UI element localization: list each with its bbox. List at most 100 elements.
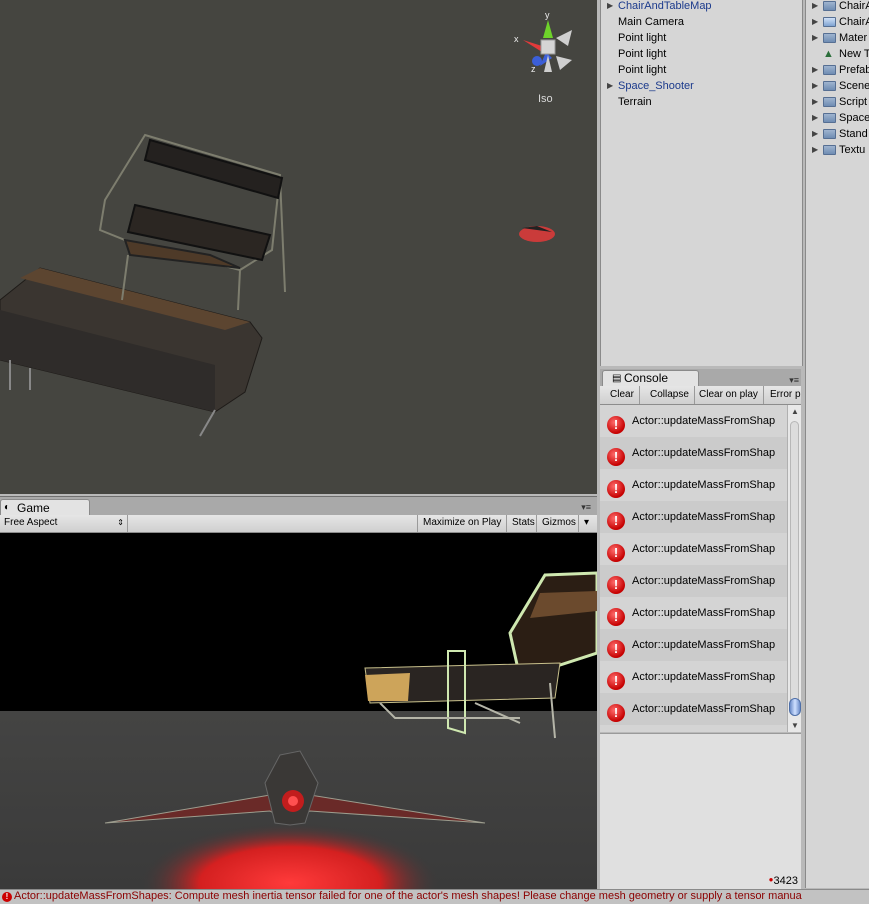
error-count: ●3423 (768, 875, 798, 887)
game-view[interactable] (0, 533, 597, 890)
scroll-up-arrow-icon[interactable]: ▲ (791, 407, 799, 416)
aspect-label: Free Aspect (4, 517, 58, 528)
log-entry[interactable]: ! Actor::updateMassFromShap (600, 597, 787, 629)
project-item[interactable]: ▶ ChairA (806, 14, 869, 30)
folder-icon (823, 1, 836, 11)
folder-icon (823, 81, 836, 91)
hierarchy-panel[interactable]: ▶ ChairAndTableMap Main Camera Point lig… (600, 0, 803, 366)
project-item[interactable]: ▶ Prefab (806, 62, 869, 78)
log-entry[interactable]: ! Actor::updateMassFromShap (600, 629, 787, 661)
expand-arrow-icon[interactable]: ▶ (812, 62, 818, 78)
folder-icon (823, 113, 836, 123)
project-item[interactable]: ▶ Stand (806, 126, 869, 142)
gizmos-dropdown[interactable]: Gizmos (536, 515, 581, 532)
console-tabbar: ▤ Console ▾≡ (600, 369, 801, 386)
folder-icon (823, 145, 836, 155)
project-item[interactable]: ▶ Mater (806, 30, 869, 46)
log-entry[interactable]: ! Actor::updateMassFromShap (600, 693, 787, 725)
log-entry[interactable]: ! Actor::updateMassFromShap (600, 661, 787, 693)
tab-console-label: Console (624, 371, 669, 385)
project-item[interactable]: ▲ New T (806, 46, 869, 62)
hierarchy-item[interactable]: Point light (601, 30, 801, 46)
updown-arrow-icon: ⇕ (117, 518, 124, 527)
prefab-icon (823, 17, 836, 27)
log-entry[interactable]: ! Actor::updateMassFromShap (600, 437, 787, 469)
gizmo-y-label: y (545, 10, 550, 20)
scroll-track[interactable] (790, 421, 799, 716)
expand-arrow-icon[interactable]: ▶ (812, 78, 818, 94)
error-icon: ! (607, 672, 625, 690)
stats-toggle[interactable]: Stats (506, 515, 540, 532)
error-pause-toggle[interactable]: Error p (765, 386, 801, 404)
expand-arrow-icon[interactable]: ▶ (607, 78, 613, 94)
hierarchy-item[interactable]: Point light (601, 46, 801, 62)
scene-canvas[interactable]: y x z (0, 0, 597, 494)
console-detail-area[interactable]: ●3423 (600, 733, 801, 889)
maximize-on-play-toggle[interactable]: Maximize on Play (417, 515, 506, 532)
error-icon: ! (607, 704, 625, 722)
status-message[interactable]: Actor::updateMassFromShapes: Compute mes… (14, 890, 802, 903)
table-model (0, 267, 263, 437)
expand-arrow-icon[interactable]: ▶ (812, 110, 818, 126)
folder-icon (823, 65, 836, 75)
game-icon: ◐ (4, 502, 11, 513)
terrain-icon: ▲ (823, 48, 834, 60)
hierarchy-item[interactable]: ▶ Space_Shooter (601, 78, 801, 94)
error-icon: ! (607, 576, 625, 594)
gizmo-x-label: x (514, 34, 519, 44)
expand-arrow-icon[interactable]: ▶ (812, 14, 818, 30)
log-entry[interactable]: ! Actor::updateMassFromShap (600, 565, 787, 597)
error-icon: ! (607, 480, 625, 498)
project-item[interactable]: ▶ Textu (806, 142, 869, 158)
console-toolbar: Clear Collapse Clear on play Error p (600, 386, 801, 405)
scroll-thumb[interactable] (789, 698, 801, 716)
project-item[interactable]: ▶ Scene (806, 78, 869, 94)
expand-arrow-icon[interactable]: ▶ (607, 0, 613, 14)
project-panel[interactable]: ▶ ChairA ▶ ChairA ▶ Mater ▲ New T ▶ Pref… (805, 0, 869, 888)
panel-menu-icon[interactable]: ▾≡ (789, 375, 799, 386)
collapse-toggle[interactable]: Collapse (645, 386, 695, 404)
log-entry[interactable]: ! Actor::updateMassFromShap (600, 469, 787, 501)
folder-icon (823, 33, 836, 43)
log-entry[interactable]: ! Actor::updateMassFromShap (600, 405, 787, 437)
error-icon: ! (607, 640, 625, 658)
error-icon: ! (607, 512, 625, 530)
scene-view[interactable]: y x z Iso (0, 0, 597, 494)
panel-menu-icon[interactable]: ▾≡ (581, 502, 591, 513)
chair-model (98, 133, 286, 311)
clear-on-play-toggle[interactable]: Clear on play (694, 386, 764, 404)
console-scrollbar[interactable]: ▲ ▼ (787, 405, 801, 732)
aspect-dropdown[interactable]: Free Aspect ⇕ (0, 515, 128, 532)
clear-button[interactable]: Clear (605, 386, 640, 404)
expand-arrow-icon[interactable]: ▶ (812, 94, 818, 110)
expand-arrow-icon[interactable]: ▶ (812, 142, 818, 158)
folder-icon (823, 97, 836, 107)
log-entry[interactable]: ! Actor::updateMassFromShap (600, 533, 787, 565)
error-icon: ! (607, 448, 625, 466)
projection-label[interactable]: Iso (538, 93, 553, 105)
hierarchy-item[interactable]: ▶ ChairAndTableMap (601, 0, 801, 14)
game-toolbar: Free Aspect ⇕ Maximize on Play Stats Giz… (0, 515, 597, 533)
error-icon: ! (607, 608, 625, 626)
hierarchy-item[interactable]: Point light (601, 62, 801, 78)
tab-game[interactable]: ◐ Game (0, 499, 90, 516)
console-icon: ▤ (612, 373, 622, 384)
console-log-list[interactable]: ! Actor::updateMassFromShap ! Actor::upd… (600, 405, 787, 732)
log-entry[interactable]: ! Actor::updateMassFromShap (600, 501, 787, 533)
status-bar[interactable]: ! Actor::updateMassFromShapes: Compute m… (0, 889, 869, 904)
expand-arrow-icon[interactable]: ▶ (812, 0, 818, 14)
project-item[interactable]: ▶ ChairA (806, 0, 869, 14)
gizmos-arrow-icon[interactable]: ▾ (578, 515, 597, 532)
project-item[interactable]: ▶ Script (806, 94, 869, 110)
orientation-gizmo[interactable]: y x z (514, 10, 572, 74)
scroll-down-arrow-icon[interactable]: ▼ (791, 721, 799, 730)
tab-console[interactable]: ▤ Console (602, 370, 699, 386)
error-icon: ! (2, 892, 12, 902)
expand-arrow-icon[interactable]: ▶ (812, 30, 818, 46)
folder-icon (823, 129, 836, 139)
error-icon: ! (607, 544, 625, 562)
expand-arrow-icon[interactable]: ▶ (812, 126, 818, 142)
hierarchy-item[interactable]: Main Camera (601, 14, 801, 30)
project-item[interactable]: ▶ Space (806, 110, 869, 126)
hierarchy-item[interactable]: Terrain (601, 94, 801, 110)
